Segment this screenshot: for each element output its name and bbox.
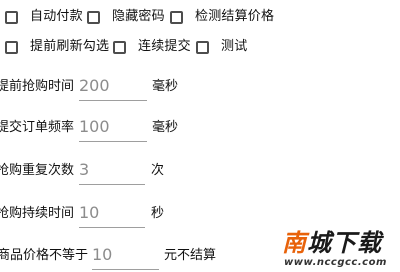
price-mismatch-input[interactable]: 10 xyxy=(92,242,159,270)
options-row-2: 提前刷新勾选 连续提交 测试 xyxy=(0,35,400,59)
test-label: 测试 xyxy=(221,39,248,54)
duration-unit: 秒 xyxy=(151,206,165,221)
duration-input[interactable]: 10 xyxy=(79,200,145,228)
duration-row: 抢购持续时间 10 秒 xyxy=(0,200,400,230)
hide-password-checkbox[interactable]: 隐藏密码 xyxy=(87,7,165,27)
check-settlement-price-checkbox-box[interactable] xyxy=(170,10,183,24)
retry-count-row: 抢购重复次数 3 次 xyxy=(0,157,400,187)
test-checkbox-box[interactable] xyxy=(196,40,209,54)
pre-refresh-checkbox[interactable]: 提前刷新勾选 xyxy=(5,37,109,57)
continuous-submit-checkbox-box[interactable] xyxy=(113,40,126,54)
advance-time-input[interactable]: 200 xyxy=(79,73,147,101)
hide-password-label: 隐藏密码 xyxy=(112,9,165,24)
site-watermark-logo: 南城下载 www.nccgcc.com xyxy=(280,229,396,270)
advance-time-label: 提前抢购时间 xyxy=(0,79,75,94)
continuous-submit-label: 连续提交 xyxy=(138,39,191,54)
check-settlement-price-label: 检测结算价格 xyxy=(195,9,275,24)
options-row-1: 自动付款 隐藏密码 检测结算价格 xyxy=(0,5,400,29)
submit-frequency-input[interactable]: 100 xyxy=(79,114,147,142)
auto-pay-checkbox-box[interactable] xyxy=(5,10,18,24)
pre-refresh-checkbox-box[interactable] xyxy=(5,40,18,54)
advance-time-unit: 毫秒 xyxy=(152,79,179,94)
auto-pay-checkbox[interactable]: 自动付款 xyxy=(5,7,83,27)
auto-pay-label: 自动付款 xyxy=(30,9,83,24)
advance-time-row: 提前抢购时间 200 毫秒 xyxy=(0,73,400,103)
watermark-title: 南城下载 xyxy=(282,229,382,257)
continuous-submit-checkbox[interactable]: 连续提交 xyxy=(113,37,191,57)
pre-refresh-label: 提前刷新勾选 xyxy=(30,39,110,54)
hide-password-checkbox-box[interactable] xyxy=(87,10,100,24)
duration-label: 抢购持续时间 xyxy=(0,206,75,221)
retry-count-label: 抢购重复次数 xyxy=(0,163,75,178)
watermark-title-rest: 城下载 xyxy=(307,229,382,257)
check-settlement-price-checkbox[interactable]: 检测结算价格 xyxy=(170,7,274,27)
retry-count-input[interactable]: 3 xyxy=(79,157,145,185)
retry-count-unit: 次 xyxy=(151,163,165,178)
test-checkbox[interactable]: 测试 xyxy=(196,37,247,57)
watermark-url: www.nccgcc.com xyxy=(284,257,387,268)
submit-frequency-unit: 毫秒 xyxy=(152,120,179,135)
watermark-title-first: 南 xyxy=(282,229,307,257)
price-mismatch-label: 商品价格不等于 xyxy=(0,248,89,263)
submit-frequency-label: 提交订单频率 xyxy=(0,120,75,135)
price-mismatch-unit: 元不结算 xyxy=(164,248,217,263)
submit-frequency-row: 提交订单频率 100 毫秒 xyxy=(0,114,400,144)
